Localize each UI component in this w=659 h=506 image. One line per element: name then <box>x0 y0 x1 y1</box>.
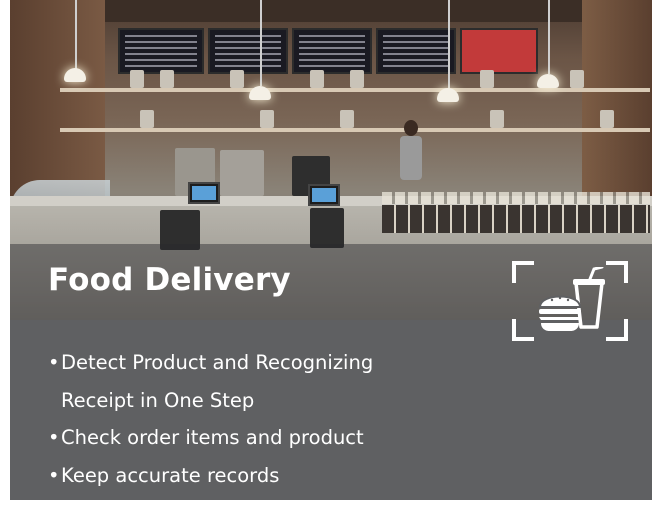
pos-monitor <box>308 184 340 206</box>
pos-terminal <box>310 208 344 248</box>
jar-row <box>382 192 650 204</box>
menu-screen <box>208 28 288 74</box>
shelf-item <box>310 70 324 88</box>
feature-item: • Keep accurate records <box>48 457 373 495</box>
shelf <box>60 128 650 132</box>
shelf-item <box>340 110 354 128</box>
barista <box>398 120 424 180</box>
pos-monitor <box>188 182 220 204</box>
burger-drink-icon <box>538 267 605 331</box>
feature-item: • Detect Product and Recognizing Receipt… <box>48 344 373 419</box>
jar-row <box>382 205 650 233</box>
shelf-item <box>260 110 274 128</box>
feature-text-continued: Receipt in One Step <box>61 388 255 412</box>
food-delivery-card: Food Delivery • Detect Product and Recog… <box>10 0 652 500</box>
shelf-item <box>130 70 144 88</box>
shelf-item <box>160 70 174 88</box>
frame-corner <box>512 319 534 341</box>
shelf-item <box>570 70 584 88</box>
bullet-dot: • <box>48 426 60 449</box>
coffee-machine <box>220 150 264 196</box>
frame-corner <box>512 261 534 283</box>
ceiling <box>10 0 652 22</box>
menu-screen <box>376 28 456 74</box>
lamp-cord <box>548 0 550 74</box>
food-icon-frame <box>512 261 628 341</box>
bullet-dot: • <box>48 463 60 487</box>
pendant-lamp <box>537 74 559 88</box>
shelf-item <box>600 110 614 128</box>
feature-text: Detect Product and Recognizing <box>61 351 374 374</box>
feature-list: • Detect Product and Recognizing Receipt… <box>48 344 373 494</box>
frame-corner <box>606 261 628 283</box>
frame-corner <box>606 319 628 341</box>
feature-text: Check order items and product <box>61 426 364 449</box>
feature-item: • Check order items and product <box>48 419 373 457</box>
shelf-item <box>140 110 154 128</box>
shelf-item <box>490 110 504 128</box>
lamp-cord <box>260 0 262 86</box>
menu-screen <box>292 28 372 74</box>
feature-text: Keep accurate records <box>61 463 280 487</box>
bullet-dot: • <box>48 351 60 374</box>
promo-screen <box>460 28 538 74</box>
shelf-item <box>350 70 364 88</box>
shelf-item <box>230 70 244 88</box>
card-title: Food Delivery <box>48 262 291 298</box>
menu-screen <box>118 28 204 74</box>
shelf <box>60 88 650 92</box>
shelf-item <box>480 70 494 88</box>
lamp-cord <box>448 0 450 88</box>
lamp-cord <box>75 0 77 70</box>
